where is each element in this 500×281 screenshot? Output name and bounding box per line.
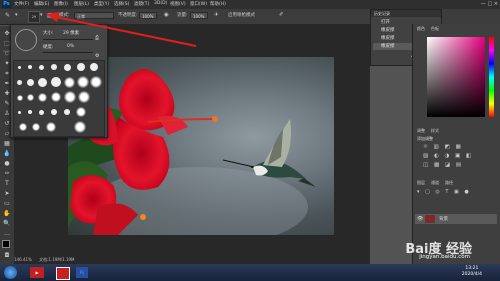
tab-swatches[interactable]: 色板 xyxy=(431,26,439,32)
right-panel-dock: 颜色 色板 调整 样式 添加调整 ☼ ▥ ◩ ▦ ▨ ◐ ◑ ▣ ◧ ◫ ▩ ◪… xyxy=(412,24,500,264)
tab-paths[interactable]: 路径 xyxy=(445,180,453,186)
tab-layers[interactable]: 图层 xyxy=(417,180,425,186)
windows-taskbar: ▶ Ps xyxy=(0,264,500,281)
color-field[interactable] xyxy=(427,37,485,117)
adjustment-icons-row-2[interactable]: ▨ ◐ ◑ ▣ ◧ xyxy=(423,153,473,159)
clock-date: 2020/4/4 xyxy=(461,272,482,277)
history-panel-title: 历史记录 xyxy=(371,10,441,17)
layer-row-background[interactable]: 👁 背景 xyxy=(415,214,497,224)
taskbar-app-2-icon[interactable] xyxy=(56,267,70,280)
document-size: 文档:1.19M/1.19M xyxy=(39,257,75,262)
tab-styles[interactable]: 样式 xyxy=(431,128,439,134)
taskbar-app-1-icon[interactable]: ▶ xyxy=(30,267,44,278)
start-button-icon[interactable] xyxy=(4,266,17,279)
status-bar: 146.41% 文档:1.19M/1.19M xyxy=(14,256,214,264)
taskbar-clock[interactable]: 13:21 2020/4/4 xyxy=(462,266,482,278)
visibility-eye-icon[interactable]: 👁 xyxy=(417,216,423,222)
baidu-watermark-url: jingyan.baidu.com xyxy=(419,254,470,260)
taskbar-photoshop-icon[interactable]: Ps xyxy=(76,267,88,278)
add-adjustment-title: 添加调整 xyxy=(417,136,433,141)
tab-color[interactable]: 颜色 xyxy=(417,26,425,32)
tab-adjustments[interactable]: 调整 xyxy=(417,128,425,134)
layer-name: 背景 xyxy=(439,217,448,222)
layer-thumbnail xyxy=(425,215,435,223)
tab-channels[interactable]: 通道 xyxy=(431,180,439,186)
hue-slider[interactable] xyxy=(489,37,494,117)
adjustment-icons-row-3[interactable]: ◫ ▩ ◪ ▤ xyxy=(423,162,463,168)
layer-filter-controls[interactable]: ▾ ▢ ◎ T ▣ ● xyxy=(417,189,495,209)
zoom-level[interactable]: 146.41% xyxy=(14,257,32,262)
adjustment-icons-row-1[interactable]: ☼ ▥ ◩ ▦ xyxy=(423,144,463,150)
